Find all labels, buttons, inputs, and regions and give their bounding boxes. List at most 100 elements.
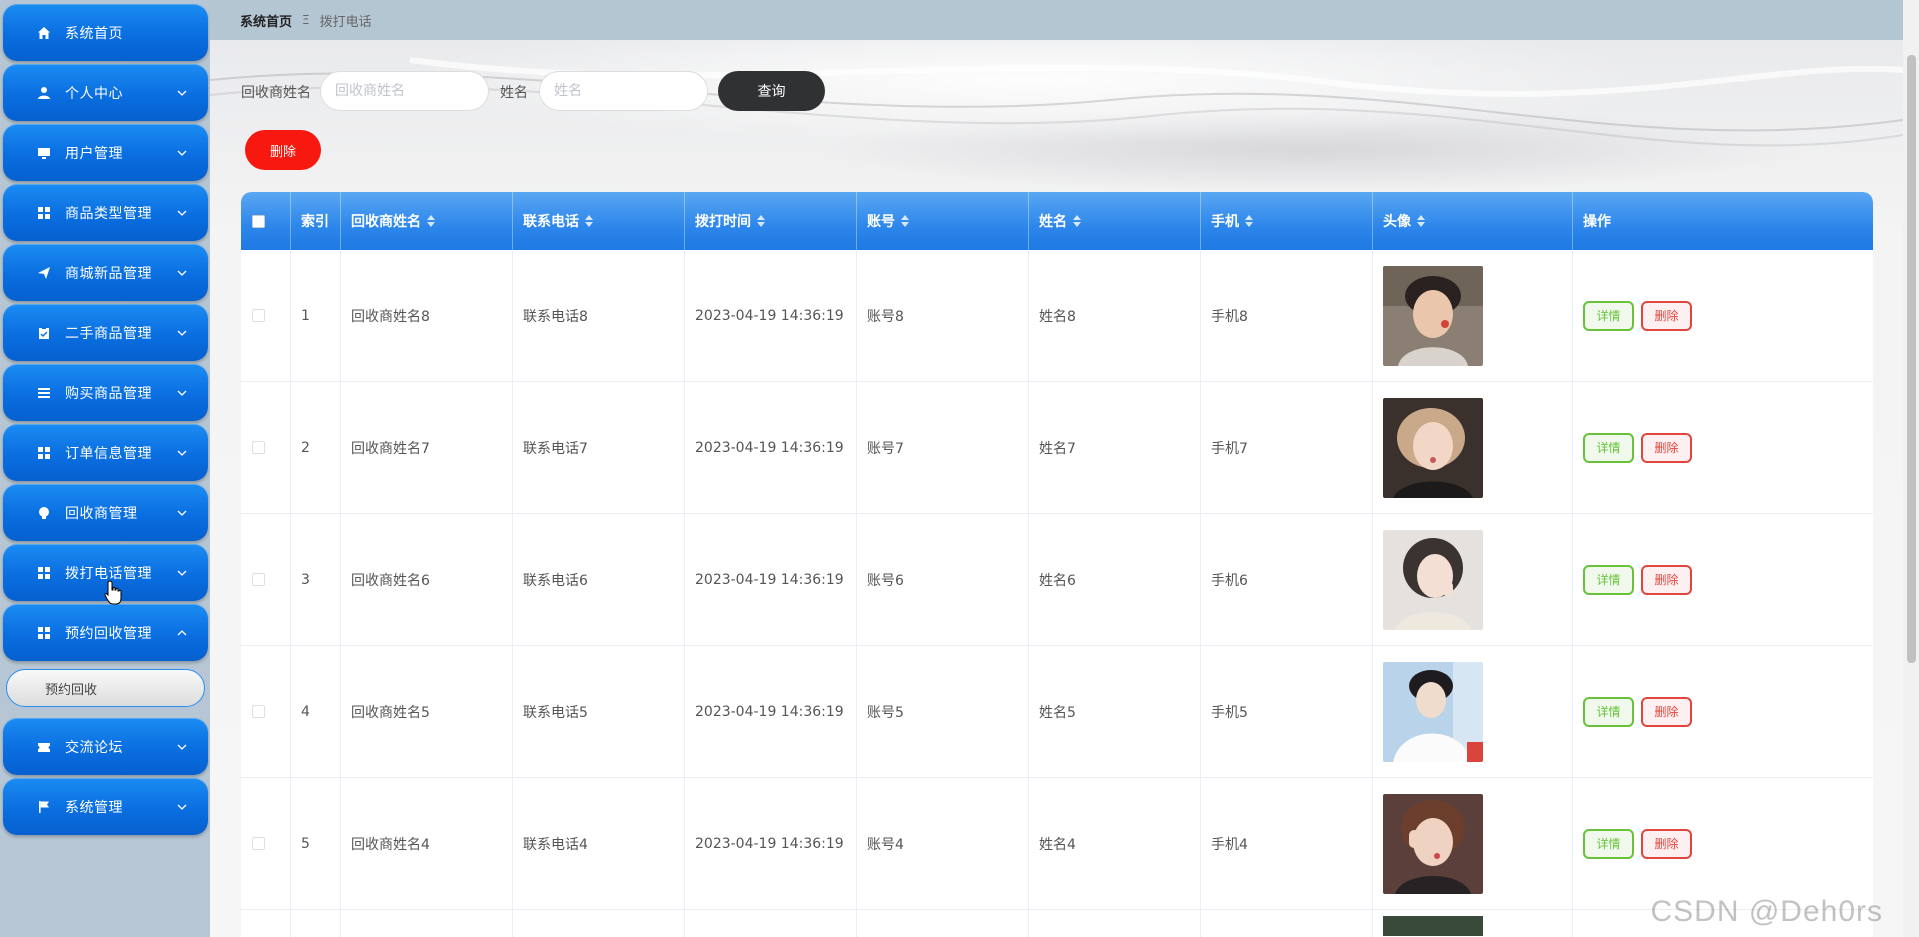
- sidebar-item-appointment[interactable]: 预约回收管理: [3, 604, 208, 661]
- sort-icon[interactable]: [757, 215, 765, 227]
- sidebar-subitem-appointment-recycle[interactable]: 预约回收: [6, 669, 205, 707]
- column-header-label: 拨打时间: [695, 214, 751, 230]
- column-header-label: 手机: [1211, 214, 1239, 230]
- cell-avatar: [1373, 514, 1573, 645]
- sort-icon[interactable]: [585, 215, 593, 227]
- column-header-account[interactable]: 账号: [857, 192, 1029, 250]
- flag-icon: [36, 799, 52, 815]
- column-header-label: 回收商姓名: [351, 214, 421, 230]
- cell-account: 账号4: [857, 778, 1029, 909]
- sidebar-item-home[interactable]: 系统首页: [3, 4, 208, 61]
- detail-button[interactable]: 详情: [1583, 828, 1634, 859]
- row-checkbox[interactable]: [252, 441, 265, 454]
- sort-icon[interactable]: [427, 215, 435, 227]
- cell-phone: 联系电话6: [513, 514, 685, 645]
- cell-recycler: 回收商姓名8: [341, 250, 513, 381]
- avatar: [1383, 265, 1483, 366]
- cell-mobile: 手机8: [1201, 250, 1373, 381]
- sidebar-item-label: 交流论坛: [65, 739, 123, 756]
- detail-button[interactable]: 详情: [1583, 300, 1634, 331]
- sidebar-item-orders[interactable]: 订单信息管理: [3, 424, 208, 481]
- cell-avatar: [1373, 646, 1573, 777]
- cell-name: [1029, 910, 1201, 937]
- row-checkbox[interactable]: [252, 837, 265, 850]
- column-header-phone[interactable]: 联系电话: [513, 192, 685, 250]
- cell-index: [291, 910, 341, 937]
- name-input[interactable]: [539, 71, 708, 111]
- sort-icon[interactable]: [901, 215, 909, 227]
- detail-button[interactable]: 详情: [1583, 696, 1634, 727]
- select-all-checkbox[interactable]: [252, 214, 265, 228]
- sidebar-item-recyclers[interactable]: 回收商管理: [3, 484, 208, 541]
- row-select-cell: [241, 778, 291, 909]
- breadcrumb: 系统首页 Ξ 拨打电话: [210, 0, 1903, 40]
- table-header: 索引 回收商姓名 联系电话 拨打时间 账号 姓名 手机 头像 操作: [241, 192, 1873, 250]
- column-header-mobile[interactable]: 手机: [1201, 192, 1373, 250]
- scrollbar-thumb[interactable]: [1907, 55, 1916, 663]
- column-header-name[interactable]: 姓名: [1029, 192, 1201, 250]
- breadcrumb-current: 拨打电话: [319, 14, 372, 30]
- detail-button[interactable]: 详情: [1583, 564, 1634, 595]
- cell-name: 姓名6: [1029, 514, 1201, 645]
- sidebar-item-forum[interactable]: 交流论坛: [3, 718, 208, 775]
- chevron-down-icon: [177, 570, 187, 576]
- recycler-name-label: 回收商姓名: [241, 85, 311, 101]
- avatar: [1383, 916, 1483, 936]
- sort-icon[interactable]: [1245, 215, 1253, 227]
- chevron-up-icon: [177, 629, 187, 635]
- row-delete-button[interactable]: 删除: [1641, 828, 1692, 859]
- sidebar-item-second-hand[interactable]: 二手商品管理: [3, 304, 208, 361]
- sidebar-item-user-management[interactable]: 用户管理: [3, 124, 208, 181]
- grid-icon: [36, 445, 52, 461]
- sidebar-item-label: 系统管理: [65, 799, 123, 816]
- cell-actions: 详情 删除: [1573, 778, 1873, 909]
- cell-name: 姓名8: [1029, 250, 1201, 381]
- sidebar-item-new-products[interactable]: 商城新品管理: [3, 244, 208, 301]
- sort-icon[interactable]: [1417, 215, 1425, 227]
- cell-index: 3: [291, 514, 341, 645]
- page-scrollbar[interactable]: [1903, 0, 1919, 937]
- sort-icon[interactable]: [1073, 215, 1081, 227]
- row-delete-button[interactable]: 删除: [1641, 696, 1692, 727]
- chevron-down-icon: [177, 390, 187, 396]
- sidebar-item-personal-center[interactable]: 个人中心: [3, 64, 208, 121]
- row-delete-button[interactable]: 删除: [1641, 564, 1692, 595]
- cell-actions: 详情 删除: [1573, 382, 1873, 513]
- recycler-name-input[interactable]: [320, 71, 489, 111]
- sidebar: 系统首页 个人中心 用户管理 商品类型管理 商城新品管理 二手商品管理 购买商品…: [0, 0, 210, 937]
- cell-mobile: 手机4: [1201, 778, 1373, 909]
- avatar: [1383, 661, 1483, 762]
- sidebar-item-label: 订单信息管理: [65, 445, 152, 462]
- breadcrumb-home[interactable]: 系统首页: [240, 11, 292, 30]
- column-header-avatar[interactable]: 头像: [1373, 192, 1573, 250]
- cell-actions: 详情 删除: [1573, 646, 1873, 777]
- delete-button[interactable]: 删除: [245, 130, 321, 170]
- cell-index: 4: [291, 646, 341, 777]
- chevron-down-icon: [177, 744, 187, 750]
- cell-name: 姓名4: [1029, 778, 1201, 909]
- row-checkbox[interactable]: [252, 705, 265, 718]
- column-header-recycler[interactable]: 回收商姓名: [341, 192, 513, 250]
- row-checkbox[interactable]: [252, 573, 265, 586]
- row-select-cell: [241, 382, 291, 513]
- user-icon: [36, 85, 52, 101]
- cell-phone: 联系电话5: [513, 646, 685, 777]
- column-header-label: 联系电话: [523, 214, 579, 230]
- cell-call-time: 2023-04-19 14:36:19: [685, 514, 857, 645]
- sidebar-item-product-type[interactable]: 商品类型管理: [3, 184, 208, 241]
- query-button[interactable]: 查询: [718, 71, 825, 111]
- sidebar-item-purchase[interactable]: 购买商品管理: [3, 364, 208, 421]
- sidebar-item-label: 购买商品管理: [65, 385, 152, 402]
- detail-button[interactable]: 详情: [1583, 432, 1634, 463]
- cell-mobile: 手机7: [1201, 382, 1373, 513]
- sidebar-item-system[interactable]: 系统管理: [3, 778, 208, 835]
- cell-call-time: [685, 910, 857, 937]
- chevron-down-icon: [177, 210, 187, 216]
- column-header-call-time[interactable]: 拨打时间: [685, 192, 857, 250]
- row-delete-button[interactable]: 删除: [1641, 300, 1692, 331]
- row-delete-button[interactable]: 删除: [1641, 432, 1692, 463]
- row-checkbox[interactable]: [252, 309, 265, 322]
- cell-account: [857, 910, 1029, 937]
- cell-call-time: 2023-04-19 14:36:19: [685, 778, 857, 909]
- sidebar-item-label: 商城新品管理: [65, 265, 152, 282]
